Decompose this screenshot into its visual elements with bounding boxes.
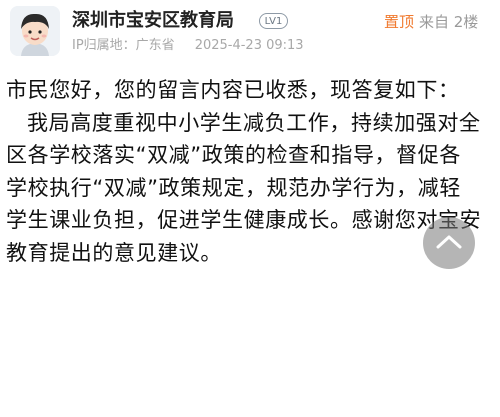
- scroll-to-top-button[interactable]: [423, 217, 475, 269]
- chevron-up-icon: [436, 235, 462, 249]
- avatar[interactable]: [10, 6, 60, 56]
- username[interactable]: 深圳市宝安区教育局: [72, 10, 234, 32]
- reply-paragraph: 我局高度重视中小学生减负工作，持续加强对全区各学校落实“双减”政策的检查和指导，…: [6, 110, 482, 265]
- post-header: 深圳市宝安区教育局 LV1 置顶 来自 2楼 IP归属地：广东省 2025-4-2…: [0, 0, 500, 60]
- floor-label: 来自 2楼: [419, 13, 479, 31]
- timestamp: 2025-4-23 09:13: [194, 38, 304, 53]
- reply-content: 市民您好，您的留言内容已收悉，现答复如下： 我局高度重视中小学生减负工作，持续加…: [6, 74, 482, 269]
- level-badge: LV1: [259, 13, 288, 29]
- cartoon-child-avatar-icon: [10, 6, 60, 56]
- post-meta: IP归属地：广东省 2025-4-23 09:13: [72, 37, 304, 55]
- reply-paragraph: 市民您好，您的留言内容已收悉，现答复如下：: [6, 78, 460, 102]
- pinned-label: 置顶: [384, 13, 415, 31]
- ip-location: IP归属地：广东省: [72, 38, 175, 53]
